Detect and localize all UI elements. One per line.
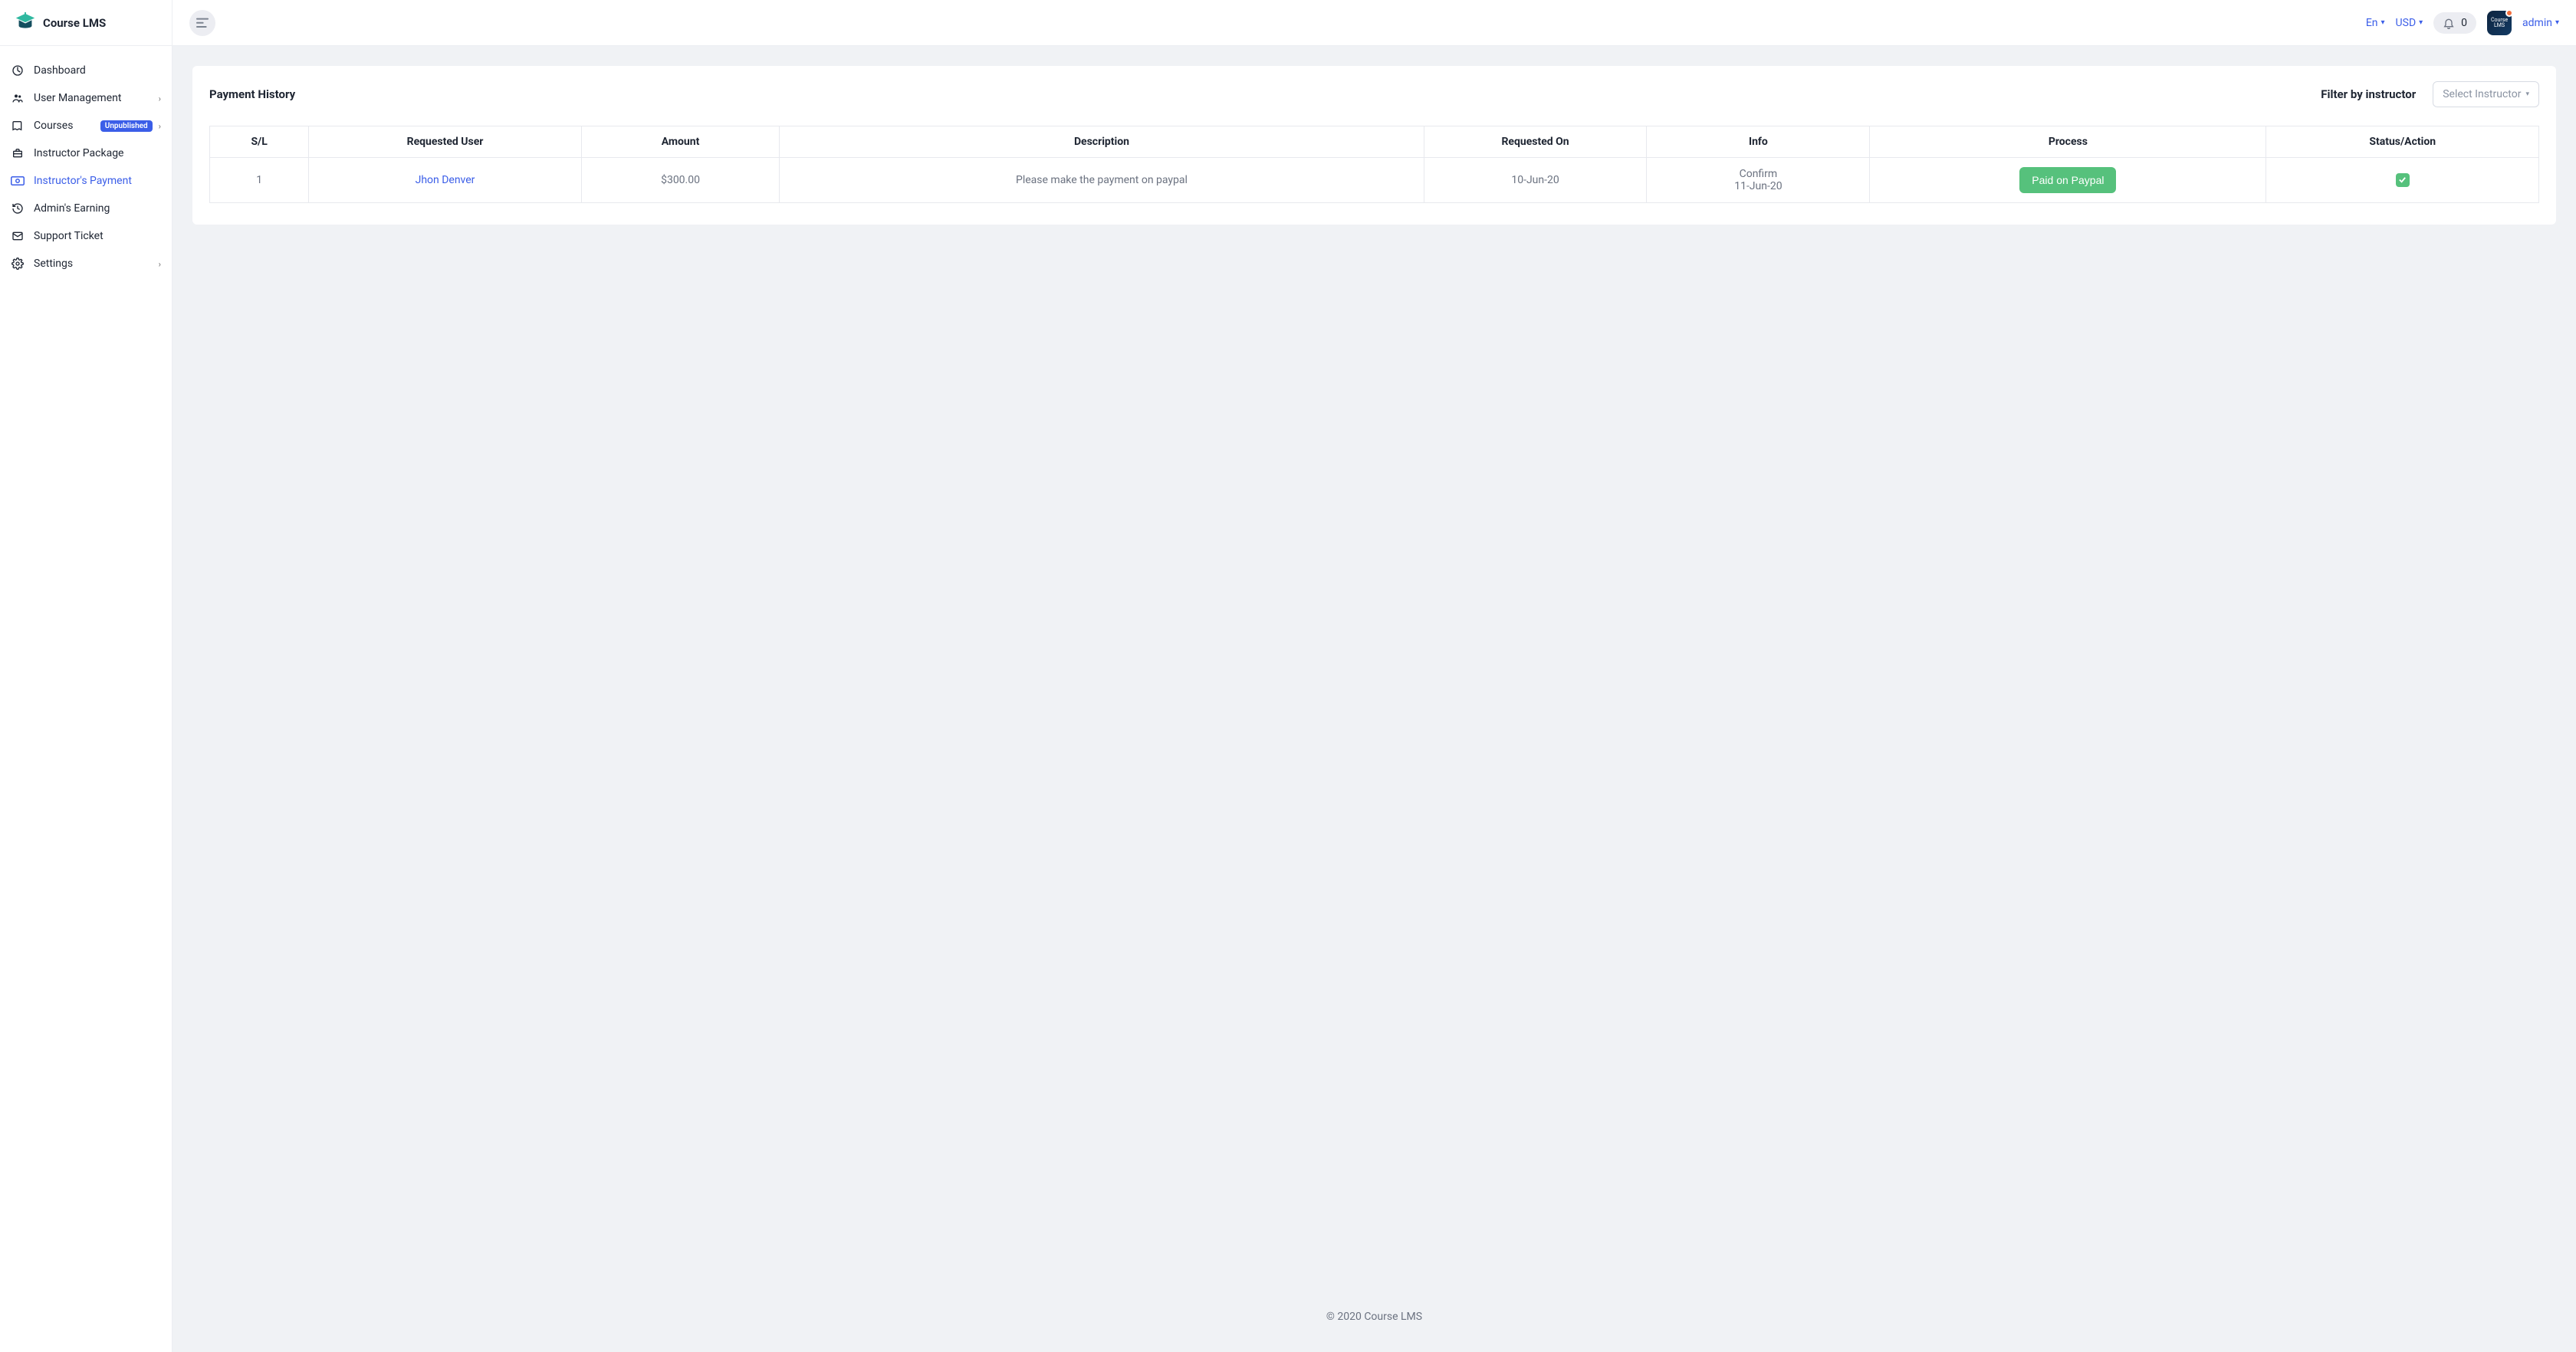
- table-header-row: S/L Requested User Amount Description Re…: [210, 126, 2539, 158]
- sidebar-item-label: Support Ticket: [34, 230, 161, 242]
- money-icon: [11, 174, 25, 188]
- language-dropdown[interactable]: En: [2366, 17, 2385, 29]
- payment-history-card: Payment History Filter by instructor Sel…: [192, 66, 2556, 225]
- sidebar-item-label: Courses: [34, 120, 97, 132]
- cell-sl: 1: [210, 158, 309, 203]
- payment-history-table: S/L Requested User Amount Description Re…: [209, 126, 2539, 203]
- col-process: Process: [1870, 126, 2266, 158]
- sidebar-item-instructor-package[interactable]: Instructor Package: [0, 139, 172, 167]
- sidebar-item-dashboard[interactable]: Dashboard: [0, 57, 172, 84]
- avatar-text: CourseLMS: [2491, 18, 2508, 28]
- gear-icon: [11, 257, 25, 271]
- status-check-icon[interactable]: [2396, 173, 2410, 187]
- sidebar-item-label: Settings: [34, 258, 159, 270]
- notifications-button[interactable]: 0: [2433, 12, 2476, 34]
- username-label: admin: [2522, 17, 2552, 29]
- col-amount: Amount: [581, 126, 780, 158]
- table-row: 1 Jhon Denver $300.00 Please make the pa…: [210, 158, 2539, 203]
- instructor-select[interactable]: Select Instructor: [2433, 81, 2539, 107]
- chevron-down-icon: [2381, 18, 2385, 27]
- sidebar-item-label: Instructor's Payment: [34, 175, 161, 187]
- col-info: Info: [1647, 126, 1870, 158]
- sidebar-item-instructors-payment[interactable]: Instructor's Payment: [0, 167, 172, 195]
- cell-user: Jhon Denver: [309, 158, 582, 203]
- notification-count: 0: [2461, 17, 2467, 29]
- brand-name: Course LMS: [43, 16, 106, 30]
- col-status: Status/Action: [2266, 126, 2539, 158]
- brand-logo[interactable]: Course LMS: [0, 0, 172, 46]
- dashboard-icon: [11, 64, 25, 77]
- unpublished-badge: Unpublished: [100, 120, 153, 132]
- info-line2: 11-Jun-20: [1654, 180, 1861, 192]
- user-menu-dropdown[interactable]: admin: [2522, 17, 2559, 29]
- cell-amount: $300.00: [581, 158, 780, 203]
- sidebar-item-settings[interactable]: Settings: [0, 250, 172, 277]
- sidebar-nav: Dashboard User Management Courses Unpubl…: [0, 46, 172, 288]
- cell-status: [2266, 158, 2539, 203]
- info-line1: Confirm: [1654, 168, 1861, 180]
- avatar[interactable]: CourseLMS: [2487, 11, 2512, 35]
- sidebar-item-admins-earning[interactable]: Admin's Earning: [0, 195, 172, 222]
- briefcase-icon: [11, 146, 25, 160]
- sidebar: Course LMS Dashboard User Management: [0, 0, 172, 1352]
- status-dot: [2505, 9, 2513, 17]
- topbar: En USD 0 CourseLMS admin: [172, 0, 2576, 46]
- chevron-down-icon: [2419, 18, 2423, 27]
- history-icon: [11, 202, 25, 215]
- content-area: Payment History Filter by instructor Sel…: [172, 46, 2576, 1352]
- cell-requested-on: 10-Jun-20: [1424, 158, 1647, 203]
- sidebar-item-label: Instructor Package: [34, 147, 161, 159]
- chevron-right-icon: [159, 121, 161, 131]
- cell-description: Please make the payment on paypal: [780, 158, 1424, 203]
- col-sl: S/L: [210, 126, 309, 158]
- logo-icon: [14, 11, 37, 34]
- filter-label: Filter by instructor: [2321, 87, 2416, 101]
- paid-on-paypal-button[interactable]: Paid on Paypal: [2019, 167, 2116, 193]
- sidebar-item-courses[interactable]: Courses Unpublished: [0, 112, 172, 139]
- caret-down-icon: [2525, 90, 2529, 98]
- sidebar-item-support-ticket[interactable]: Support Ticket: [0, 222, 172, 250]
- language-label: En: [2366, 17, 2378, 29]
- cell-info: Confirm 11-Jun-20: [1647, 158, 1870, 203]
- users-icon: [11, 91, 25, 105]
- sidebar-item-label: Admin's Earning: [34, 202, 161, 215]
- chevron-right-icon: [159, 94, 161, 103]
- chevron-down-icon: [2555, 18, 2559, 27]
- col-user: Requested User: [309, 126, 582, 158]
- page-title: Payment History: [209, 87, 295, 101]
- sidebar-item-label: User Management: [34, 92, 159, 104]
- sidebar-item-user-management[interactable]: User Management: [0, 84, 172, 112]
- requested-user-link[interactable]: Jhon Denver: [416, 174, 475, 186]
- instructor-select-placeholder: Select Instructor: [2443, 88, 2521, 100]
- sidebar-item-label: Dashboard: [34, 64, 161, 77]
- envelope-icon: [11, 229, 25, 243]
- currency-dropdown[interactable]: USD: [2396, 17, 2423, 29]
- book-icon: [11, 119, 25, 133]
- footer-text: © 2020 Course LMS: [192, 1297, 2556, 1332]
- chevron-right-icon: [159, 259, 161, 269]
- align-left-icon: [196, 18, 209, 28]
- sidebar-toggle-button[interactable]: [189, 10, 215, 36]
- col-requested-on: Requested On: [1424, 126, 1647, 158]
- currency-label: USD: [2396, 17, 2417, 29]
- cell-process: Paid on Paypal: [1870, 158, 2266, 203]
- col-description: Description: [780, 126, 1424, 158]
- bell-icon: [2443, 17, 2455, 29]
